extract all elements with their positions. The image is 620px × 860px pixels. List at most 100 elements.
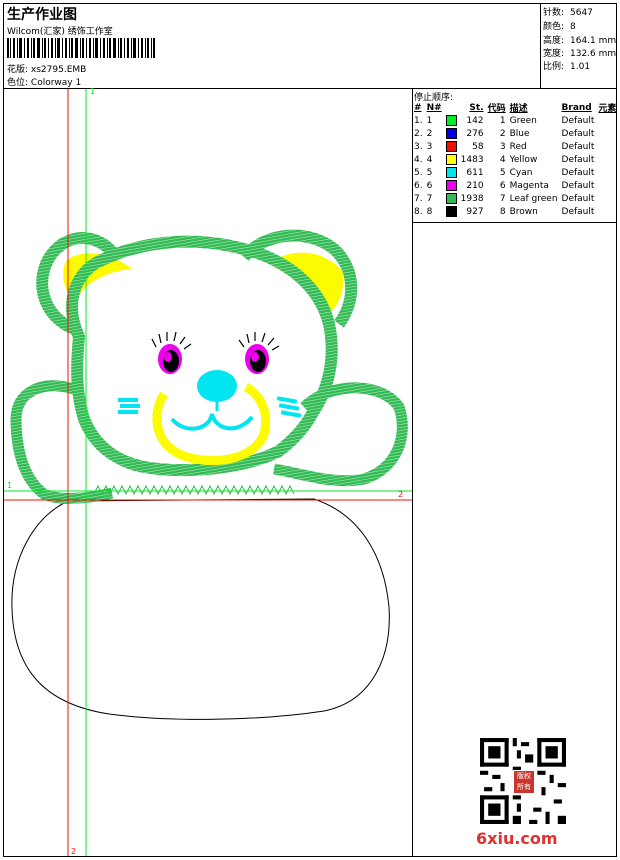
row-stitches: 58 — [472, 141, 484, 152]
row-element — [596, 179, 618, 192]
row-swatch — [444, 153, 459, 166]
row-code: 6 — [499, 180, 506, 191]
color-swatch — [445, 154, 457, 165]
row-description: Magenta — [509, 180, 549, 191]
row-element — [596, 166, 618, 179]
col-swatch — [444, 101, 459, 114]
row-stitches: 927 — [466, 206, 484, 217]
row-index: 3. — [414, 141, 423, 152]
row-stitches: 1483 — [460, 154, 484, 165]
colorway-value: Colorway 1 — [30, 78, 82, 88]
color-row: 4. 4 1483 4 Yellow Default — [412, 153, 618, 166]
row-index: 8. — [414, 206, 423, 217]
spec-height: 高度: 164.1 mm — [543, 36, 617, 46]
color-swatch — [445, 167, 457, 178]
color-row: 2. 2 276 2 Blue Default — [412, 127, 618, 140]
row-brand: Default — [561, 115, 595, 126]
row-description: Brown — [509, 206, 538, 217]
left-whiskers — [118, 398, 140, 414]
row-brand: Default — [561, 154, 595, 165]
row-code: 1 — [499, 115, 506, 126]
color-row: 3. 3 58 3 Red Default — [412, 140, 618, 153]
col-stitches: St. — [469, 102, 484, 113]
row-needle: 4 — [426, 154, 433, 165]
pattern-value: xs2795.EMB — [30, 65, 87, 75]
color-table: # N# St. 代码 描述 Brand 元素 1. 1 142 1 Green Defa… — [412, 101, 618, 218]
row-element — [596, 153, 618, 166]
nose — [197, 370, 237, 402]
col-code: 代码 — [487, 104, 506, 114]
pattern-label: 花版: — [7, 65, 29, 75]
row-description: Red — [509, 141, 527, 152]
guide-marker-h2: 2 — [398, 490, 404, 499]
row-element — [596, 192, 618, 205]
row-stitches: 276 — [466, 128, 484, 139]
row-index: 1. — [414, 115, 423, 126]
site-watermark: 6xiu.com — [476, 829, 558, 848]
zigzag-edge — [93, 484, 295, 496]
col-brand: Brand — [561, 102, 592, 113]
barcode — [7, 38, 155, 58]
row-description: Cyan — [509, 167, 533, 178]
row-swatch — [444, 127, 459, 140]
row-needle: 2 — [426, 128, 433, 139]
row-needle: 6 — [426, 180, 433, 191]
row-index: 2. — [414, 128, 423, 139]
row-element — [596, 114, 618, 127]
color-row: 5. 5 611 5 Cyan Default — [412, 166, 618, 179]
colorway-row: 色位: Colorway 1 — [7, 75, 81, 88]
right-whiskers — [276, 396, 302, 418]
row-element — [596, 127, 618, 140]
col-hash: # — [414, 102, 422, 113]
head-outline — [66, 235, 338, 476]
row-code: 7 — [499, 193, 506, 204]
left-eye — [151, 331, 192, 374]
guide-marker-h1: 1 — [7, 481, 13, 490]
row-index: 6. — [414, 180, 423, 191]
row-swatch — [444, 205, 459, 218]
row-code: 3 — [499, 141, 506, 152]
row-stitches: 611 — [466, 167, 484, 178]
row-needle: 7 — [426, 193, 433, 204]
spec-stitches: 针数: 5647 — [543, 8, 593, 18]
row-needle: 5 — [426, 167, 433, 178]
row-code: 4 — [499, 154, 506, 165]
company-name: Wilcom(汇家) 绣饰工作室 — [7, 27, 113, 37]
row-swatch — [444, 140, 459, 153]
color-swatch — [445, 206, 457, 217]
spec-divider — [540, 3, 541, 88]
row-code: 2 — [499, 128, 506, 139]
color-swatch — [445, 128, 457, 139]
embroidery-design — [4, 89, 412, 856]
spec-scale: 比例: 1.01 — [543, 62, 591, 72]
row-stitches: 210 — [466, 180, 484, 191]
row-element — [596, 205, 618, 218]
mouth — [170, 413, 254, 431]
color-row: 6. 6 210 6 Magenta Default — [412, 179, 618, 192]
copyright-seal: 版权所有 — [513, 770, 535, 794]
color-row: 7. 7 1938 7 Leaf green Default — [412, 192, 618, 205]
row-description: Green — [509, 115, 537, 126]
spec-colors: 颜色: 8 — [543, 22, 576, 32]
color-swatch — [445, 180, 457, 191]
page-title: 生产作业图 — [7, 7, 77, 23]
row-swatch — [444, 192, 459, 205]
color-swatch — [445, 141, 457, 152]
row-brand: Default — [561, 193, 595, 204]
row-brand: Default — [561, 167, 595, 178]
row-element — [596, 140, 618, 153]
guide-marker-v2: 2 — [71, 847, 77, 856]
row-code: 8 — [499, 206, 506, 217]
color-swatch — [445, 193, 457, 204]
color-swatch — [445, 115, 457, 126]
row-stitches: 1938 — [460, 193, 484, 204]
color-row: 1. 1 142 1 Green Default — [412, 114, 618, 127]
table-divider — [412, 222, 617, 223]
color-row: 8. 8 927 8 Brown Default — [412, 205, 618, 218]
row-brand: Default — [561, 128, 595, 139]
row-needle: 3 — [426, 141, 433, 152]
row-code: 5 — [499, 167, 506, 178]
row-swatch — [444, 114, 459, 127]
guide-marker-v1: 1 — [90, 87, 96, 96]
spec-width: 宽度: 132.6 mm — [543, 49, 617, 59]
